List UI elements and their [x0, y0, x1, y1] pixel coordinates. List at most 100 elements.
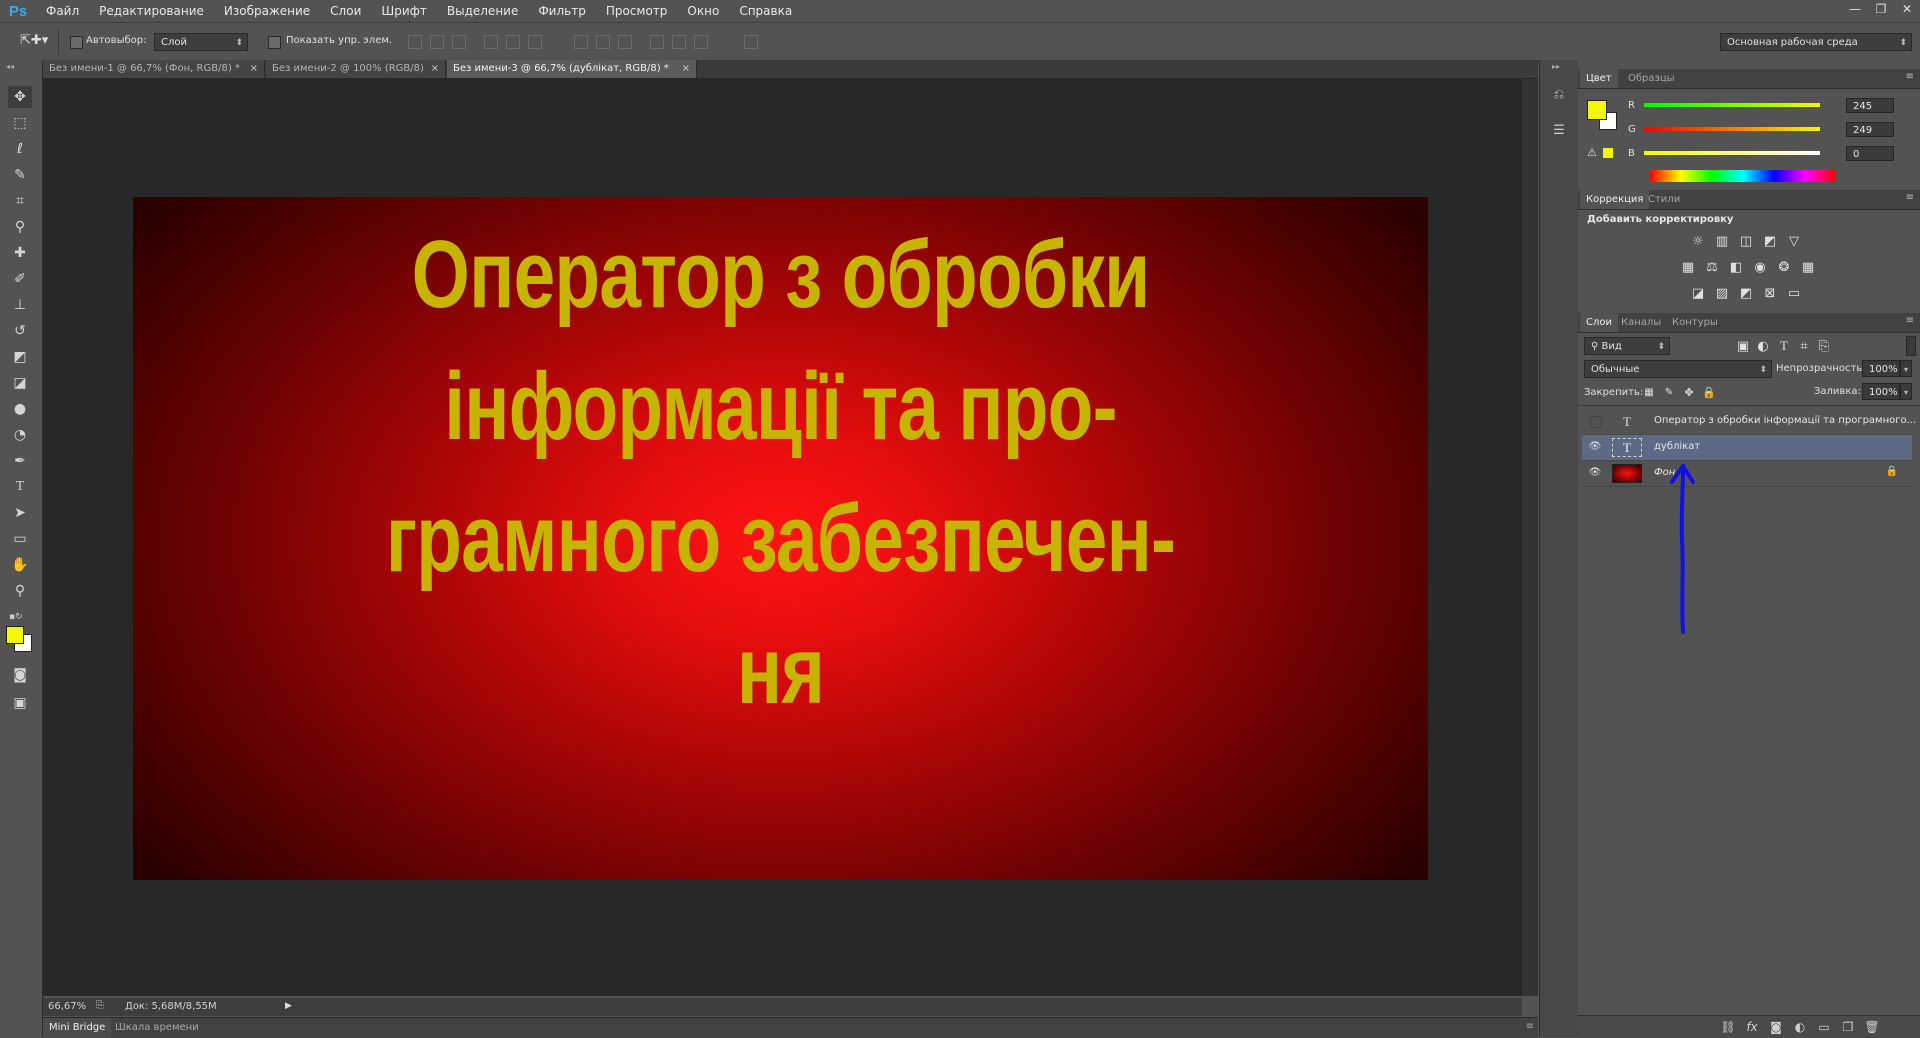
layer-row-selected[interactable]: 👁 T дублікат — [1582, 435, 1912, 461]
distribute-bottom-icon[interactable] — [618, 35, 632, 49]
clone-stamp-tool-icon[interactable]: ⊥ — [8, 294, 32, 316]
color-ramp[interactable] — [1650, 170, 1836, 182]
opacity-dropdown-icon[interactable]: ▾ — [1900, 360, 1912, 377]
layer-row[interactable]: T Оператор з обробки інформації та прогр… — [1582, 409, 1916, 435]
invert-icon[interactable]: ◪ — [1689, 285, 1707, 301]
tab-swatches[interactable]: Образцы — [1622, 69, 1681, 88]
eye-icon[interactable]: 👁 — [1588, 441, 1602, 453]
panel-menu-icon[interactable]: ≡ — [1906, 71, 1914, 82]
collapse-icon[interactable]: ▸▸ — [1552, 62, 1560, 71]
brush-tool-icon[interactable]: ✐ — [8, 268, 32, 290]
brightness-contrast-icon[interactable]: ☼ — [1689, 233, 1707, 249]
menu-edit[interactable]: Редактирование — [89, 4, 214, 18]
auto-align-icon[interactable] — [744, 35, 758, 49]
panel-menu-icon[interactable]: ≡ — [1906, 192, 1914, 203]
healing-brush-tool-icon[interactable]: ✚ — [8, 242, 32, 264]
marquee-tool-icon[interactable]: ⬚ — [8, 112, 32, 134]
rectangle-tool-icon[interactable]: ▭ — [8, 528, 32, 550]
screen-mode-icon[interactable]: ▣ — [8, 692, 32, 714]
foreground-color-swatch[interactable] — [1587, 100, 1607, 120]
document-canvas[interactable]: Оператор з обробки інформації та про- гр… — [133, 197, 1428, 880]
red-slider[interactable] — [1644, 103, 1820, 107]
autoselect-checkbox[interactable] — [70, 36, 83, 49]
move-tool-preset-icon[interactable]: ⇱✚▾ — [20, 33, 48, 48]
blue-value-field[interactable]: 0 — [1846, 146, 1894, 161]
menu-image[interactable]: Изображение — [214, 4, 320, 18]
lock-transparent-icon[interactable]: ▦ — [1640, 384, 1658, 400]
properties-panel-icon[interactable]: ☰ — [1549, 120, 1569, 140]
eyedropper-tool-icon[interactable]: ⚲ — [8, 216, 32, 238]
status-menu-arrow-icon[interactable]: ▶ — [285, 1001, 292, 1011]
gradient-map-icon[interactable]: ▭ — [1785, 285, 1803, 301]
distribute-right-icon[interactable] — [694, 35, 708, 49]
link-layers-icon[interactable]: ⛓ — [1720, 1019, 1736, 1035]
tab-styles[interactable]: Стили — [1642, 190, 1686, 209]
tab-mini-bridge[interactable]: Mini Bridge — [43, 1018, 112, 1038]
hue-saturation-icon[interactable]: ▦ — [1679, 259, 1697, 275]
filter-smart-object-icon[interactable]: ⎘ — [1815, 338, 1833, 354]
quick-select-tool-icon[interactable]: ✎ — [8, 164, 32, 186]
filter-type-icon[interactable]: T — [1775, 338, 1793, 354]
vertical-scrollbar[interactable] — [1522, 79, 1538, 996]
foreground-color-swatch[interactable] — [6, 626, 24, 644]
lasso-tool-icon[interactable]: ℓ — [8, 138, 32, 160]
crop-tool-icon[interactable]: ⌗ — [8, 190, 32, 212]
restore-button[interactable]: ❐ — [1868, 0, 1894, 18]
history-brush-tool-icon[interactable]: ↺ — [8, 320, 32, 342]
layer-style-icon[interactable]: fx — [1744, 1019, 1760, 1035]
gamut-color-swatch[interactable] — [1603, 148, 1613, 158]
menu-layers[interactable]: Слои — [320, 4, 371, 18]
green-value-field[interactable]: 249 — [1846, 122, 1894, 137]
pen-tool-icon[interactable]: ✒ — [8, 450, 32, 472]
menu-select[interactable]: Выделение — [437, 4, 528, 18]
dodge-tool-icon[interactable]: ◔ — [8, 424, 32, 446]
tab-document-2[interactable]: Без имени-2 @ 100% (RGB/8) × — [266, 60, 446, 78]
eraser-tool-icon[interactable]: ◩ — [8, 346, 32, 368]
canvas-text-layer[interactable]: Оператор з обробки інформації та про- гр… — [275, 209, 1285, 737]
tab-color[interactable]: Цвет — [1580, 69, 1618, 88]
align-left-icon[interactable] — [484, 35, 498, 49]
photo-filter-icon[interactable]: ◉ — [1751, 259, 1769, 275]
vibrance-icon[interactable]: ▽ — [1785, 233, 1803, 249]
collapse-icon[interactable]: ◂◂ — [6, 62, 14, 71]
red-value-field[interactable]: 245 — [1846, 98, 1894, 113]
menu-window[interactable]: Окно — [677, 4, 729, 18]
history-panel-icon[interactable]: ⎌ — [1549, 84, 1569, 104]
filter-adjustment-icon[interactable]: ◐ — [1754, 338, 1772, 354]
tab-paths[interactable]: Контуры — [1666, 313, 1724, 332]
new-layer-icon[interactable]: ❐ — [1840, 1019, 1856, 1035]
new-adjustment-layer-icon[interactable]: ◐ — [1792, 1019, 1808, 1035]
lock-icon[interactable]: 🔒 — [1886, 466, 1898, 477]
color-lookup-icon[interactable]: ▦ — [1799, 259, 1817, 275]
blend-mode-dropdown[interactable]: Обычные — [1584, 360, 1772, 379]
align-vcenter-icon[interactable] — [430, 35, 444, 49]
default-colors-icon[interactable]: ▪↻ — [9, 612, 23, 622]
tab-document-1[interactable]: Без имени-1 @ 66,7% (Фон, RGB/8) * × — [43, 60, 265, 78]
delete-layer-icon[interactable]: 🗑 — [1864, 1019, 1880, 1035]
blue-slider[interactable] — [1644, 151, 1820, 155]
new-group-icon[interactable]: ▭ — [1816, 1019, 1832, 1035]
exposure-icon[interactable]: ◩ — [1761, 233, 1779, 249]
tab-close-icon[interactable]: × — [431, 60, 439, 78]
lock-position-icon[interactable]: ✥ — [1680, 384, 1698, 400]
show-transform-checkbox[interactable] — [268, 36, 281, 49]
curves-icon[interactable]: ◫ — [1737, 233, 1755, 249]
menu-help[interactable]: Справка — [729, 4, 802, 18]
align-bottom-icon[interactable] — [452, 35, 466, 49]
align-hcenter-icon[interactable] — [506, 35, 520, 49]
align-top-icon[interactable] — [408, 35, 422, 49]
zoom-tool-icon[interactable]: ⚲ — [8, 580, 32, 602]
tab-channels[interactable]: Каналы — [1615, 313, 1667, 332]
menu-view[interactable]: Просмотр — [596, 4, 678, 18]
tab-close-icon[interactable]: × — [250, 60, 258, 78]
filter-shape-icon[interactable]: ⌗ — [1795, 338, 1813, 354]
fill-field[interactable]: 100% — [1862, 383, 1900, 400]
tab-close-icon[interactable]: × — [682, 60, 690, 78]
selective-color-icon[interactable]: ⊠ — [1761, 285, 1779, 301]
tab-adjustments[interactable]: Коррекция — [1580, 190, 1650, 209]
black-white-icon[interactable]: ◧ — [1727, 259, 1745, 275]
layer-filter-dropdown[interactable]: ⚲ Вид — [1584, 337, 1670, 356]
eye-icon[interactable]: 👁 — [1588, 467, 1602, 479]
threshold-icon[interactable]: ◩ — [1737, 285, 1755, 301]
tab-layers[interactable]: Слои — [1580, 313, 1618, 332]
